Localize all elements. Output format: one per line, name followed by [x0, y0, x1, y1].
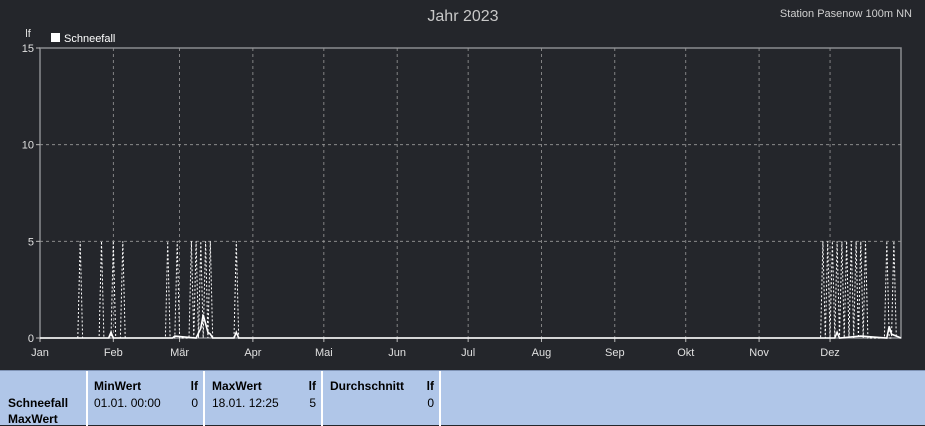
maxwert-value: 5: [309, 396, 316, 410]
x-axis: Jan Feb Mär Apr Mai Jun Jul Aug Sep Okt Nov Dez: [31, 338, 840, 359]
chart: Jahr 2023 Station Pasenow 100m NN lf Sch…: [22, 8, 912, 359]
x-tick-label: Jul: [461, 347, 475, 359]
x-tick-label: Jan: [31, 347, 49, 359]
x-tick-label: Nov: [749, 347, 769, 359]
y-tick-label: 15: [22, 43, 34, 55]
station-label: Station Pasenow 100m NN: [780, 8, 912, 20]
column-header-minwert: MinWert: [94, 379, 142, 393]
legend-label: Schneefall: [64, 33, 115, 45]
y-tick-label: 0: [28, 333, 34, 345]
row-label-maxwert: MaxWert: [8, 412, 58, 426]
x-tick-label: Dez: [820, 347, 840, 359]
column-unit-maxwert: lf: [308, 379, 316, 393]
column-unit-durchschnitt: lf: [426, 379, 434, 393]
y-axis-label: lf: [25, 28, 31, 40]
minwert-date: 01.01. 00:00: [94, 396, 161, 410]
x-tick-label: Feb: [104, 347, 123, 359]
x-tick-label: Sep: [605, 347, 625, 359]
durchschnitt-value: 0: [427, 396, 434, 410]
y-tick-label: 5: [28, 236, 34, 248]
y-tick-label: 10: [22, 140, 34, 152]
column-separator: [439, 371, 441, 426]
minwert-value: 0: [191, 396, 198, 410]
column-separator: [86, 371, 88, 426]
chart-title: Jahr 2023: [427, 8, 498, 25]
column-separator: [203, 371, 205, 426]
column-header-maxwert: MaxWert: [212, 379, 262, 393]
x-tick-label: Apr: [244, 347, 261, 359]
column-separator: [321, 371, 323, 426]
column-header-durchschnitt: Durchschnitt: [330, 379, 405, 393]
legend-swatch: [51, 33, 60, 42]
x-tick-label: Okt: [677, 347, 694, 359]
column-unit-minwert: lf: [190, 379, 198, 393]
row-label-schneefall: Schneefall: [8, 396, 69, 410]
x-tick-label: Aug: [532, 347, 552, 359]
y-axis: 0 5 10 15: [22, 43, 40, 345]
x-tick-label: Mär: [170, 347, 189, 359]
x-tick-label: Jun: [388, 347, 406, 359]
maxwert-date: 18.01. 12:25: [212, 396, 279, 410]
stats-table: Schneefall MaxWert MinWert lf 01.01. 00:…: [0, 370, 925, 426]
x-tick-label: Mai: [315, 347, 333, 359]
